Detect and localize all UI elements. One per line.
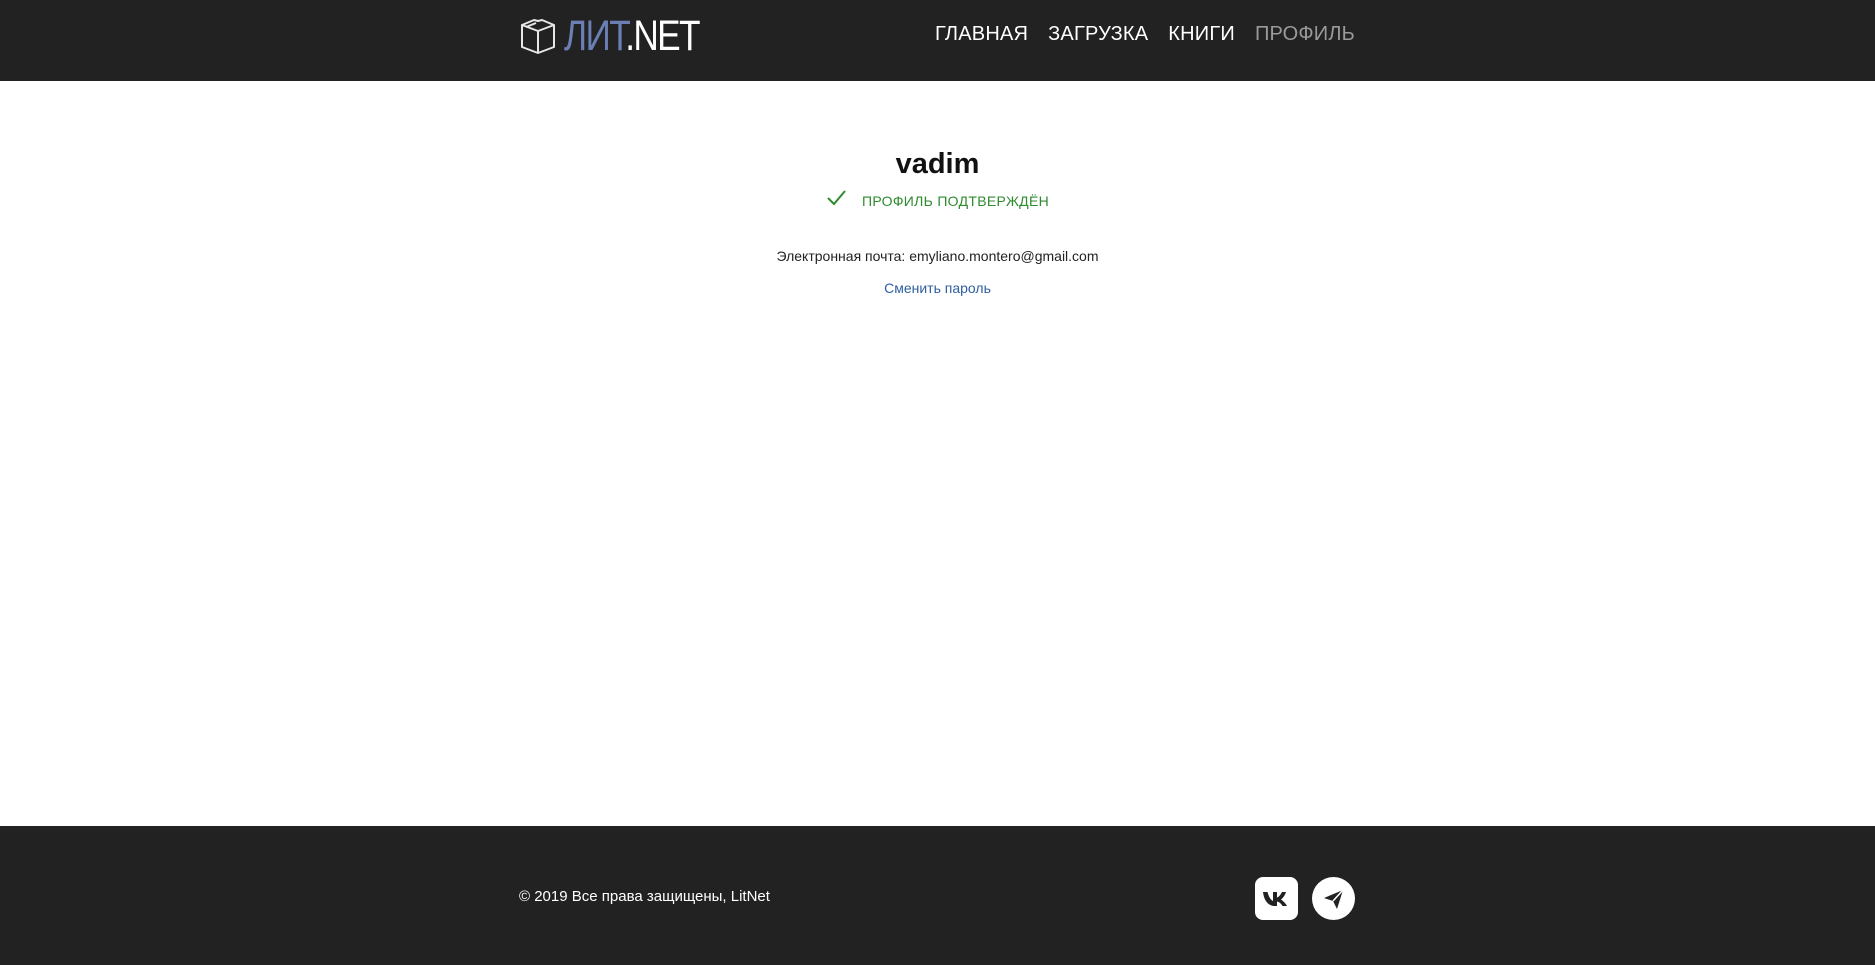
site-footer: © 2019 Все права защищены, LitNet [0, 826, 1875, 965]
nav-link-upload[interactable]: ЗАГРУЗКА [1048, 23, 1148, 46]
checkmark-icon [827, 190, 846, 206]
nav-link-profile[interactable]: ПРОФИЛЬ [1255, 23, 1355, 46]
change-password-row: Сменить пароль [0, 280, 1875, 298]
copyright-text: © 2019 Все права защищены, LitNet [519, 888, 770, 905]
email-label: Электронная почта: [776, 248, 906, 264]
top-navbar: ЛИТ.NET ГЛАВНАЯ ЗАГРУЗКА КНИГИ ПРОФИЛЬ [0, 0, 1875, 81]
main-nav: ГЛАВНАЯ ЗАГРУЗКА КНИГИ ПРОФИЛЬ [935, 0, 1355, 68]
social-links [1255, 877, 1355, 920]
verified-text: ПРОФИЛЬ ПОДТВЕРЖДЁН [861, 193, 1050, 209]
verified-badge: ПРОФИЛЬ ПОДТВЕРЖДЁН [0, 190, 1875, 209]
vk-link[interactable] [1255, 877, 1298, 920]
logo-text-lit: ЛИТ [564, 12, 627, 60]
logo-text: ЛИТ.NET [564, 12, 701, 60]
email-row: Электронная почта: emyliano.montero@gmai… [0, 248, 1875, 264]
logo-text-net: .NET [625, 12, 700, 60]
telegram-icon [1323, 888, 1344, 909]
vk-icon [1262, 891, 1287, 906]
book-icon [521, 19, 555, 54]
email-value: emyliano.montero@gmail.com [909, 248, 1099, 264]
profile-username: vadim [895, 148, 980, 180]
telegram-link[interactable] [1312, 877, 1355, 920]
change-password-link[interactable]: Сменить пароль [884, 280, 991, 296]
site-logo[interactable]: ЛИТ.NET [520, 12, 729, 60]
profile-section: vadim ПРОФИЛЬ ПОДТВЕРЖДЁН Электронная по… [0, 81, 1875, 826]
nav-link-home[interactable]: ГЛАВНАЯ [935, 23, 1028, 46]
nav-link-books[interactable]: КНИГИ [1168, 23, 1235, 46]
